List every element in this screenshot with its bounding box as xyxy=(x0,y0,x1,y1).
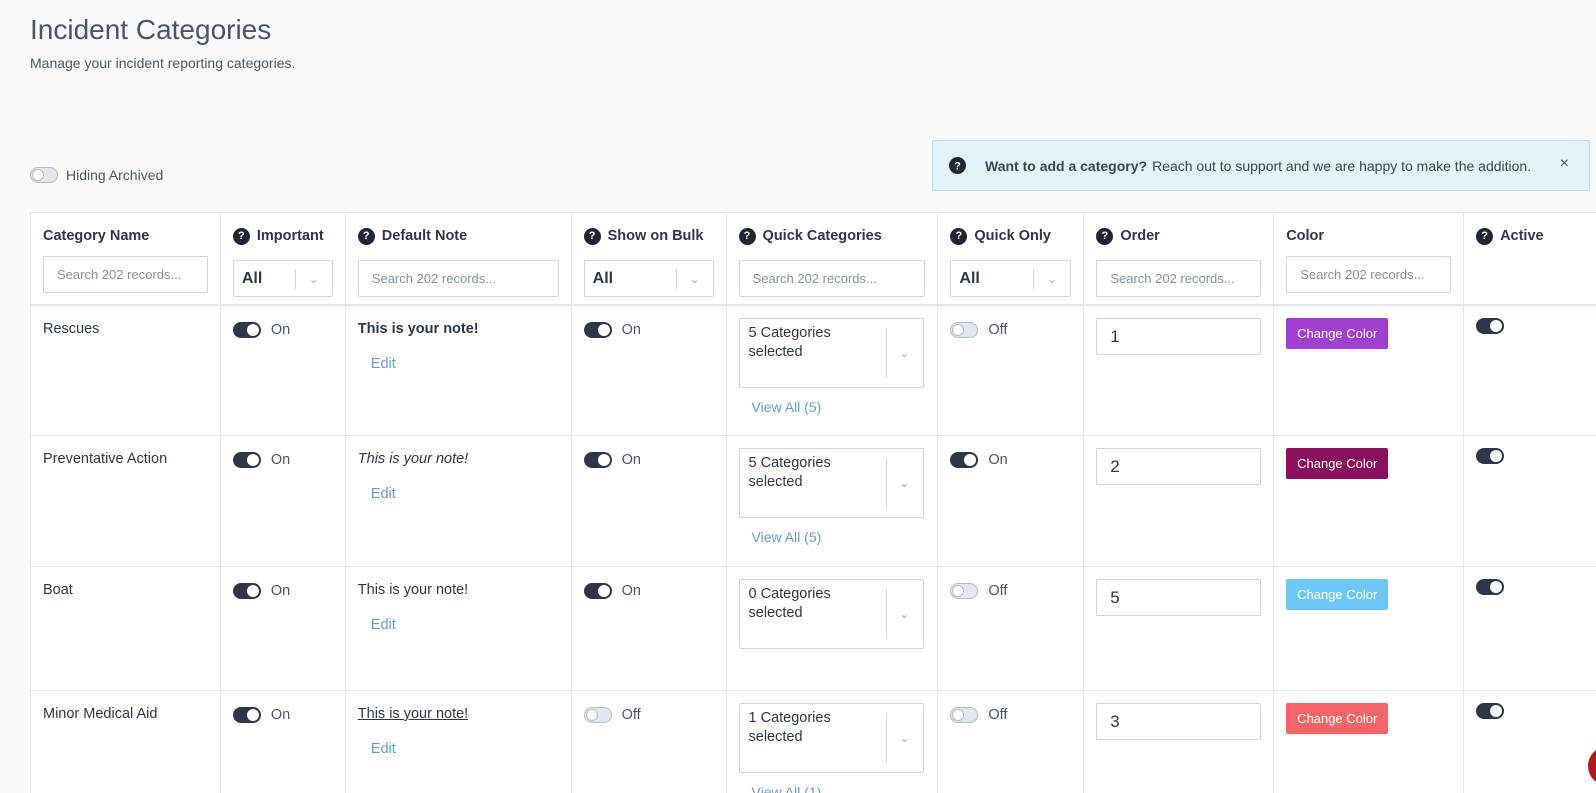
table-row: Preventative Action On This is your note… xyxy=(31,436,1596,567)
edit-note-link[interactable]: Edit xyxy=(371,741,559,757)
quick-only-filter-select[interactable]: All ⌄ xyxy=(950,260,1072,297)
chevron-down-icon: ⌄ xyxy=(899,731,910,745)
question-circle-icon: ? xyxy=(949,157,966,174)
active-toggle[interactable] xyxy=(1476,579,1505,595)
show-on-bulk-toggle[interactable] xyxy=(583,707,612,723)
order-input[interactable] xyxy=(1096,579,1262,616)
color-search-input[interactable] xyxy=(1286,256,1452,293)
alert-strong-text: Want to add a category? xyxy=(985,157,1148,174)
active-toggle[interactable] xyxy=(1476,318,1505,334)
close-icon[interactable]: × xyxy=(1560,155,1569,173)
quick-categories-search-input[interactable] xyxy=(738,260,926,297)
chevron-down-icon: ⌄ xyxy=(899,607,910,621)
quick-categories-select[interactable]: 5 Categories selected ⌄ xyxy=(738,318,924,388)
header-show-on-bulk: ? Show on Bulk All ⌄ xyxy=(572,213,727,304)
question-circle-icon[interactable]: ? xyxy=(357,227,375,245)
important-toggle[interactable] xyxy=(232,322,261,338)
edit-note-link[interactable]: Edit xyxy=(371,486,559,502)
header-active: ? Active xyxy=(1464,213,1596,304)
question-circle-icon[interactable]: ? xyxy=(738,227,756,245)
header-category-name: Category Name xyxy=(31,213,221,304)
edit-note-link[interactable]: Edit xyxy=(371,617,559,633)
header-order: ? Order xyxy=(1084,213,1275,304)
table-row: Rescues On This is your note! Edit On 5 C… xyxy=(31,306,1596,436)
archive-toggle-label: Hiding Archived xyxy=(66,167,164,183)
chevron-down-icon: ⌄ xyxy=(689,271,700,286)
page-subtitle: Manage your incident reporting categorie… xyxy=(30,55,296,71)
show-on-bulk-toggle[interactable] xyxy=(583,452,612,468)
table-row: Boat On This is your note! Edit On 0 Cate… xyxy=(31,567,1596,691)
show-on-bulk-filter-select[interactable]: All ⌄ xyxy=(583,260,714,297)
question-circle-icon[interactable]: ? xyxy=(950,227,968,245)
chevron-down-icon: ⌄ xyxy=(1047,271,1058,286)
quick-categories-select[interactable]: 5 Categories selected ⌄ xyxy=(738,448,924,518)
question-circle-icon[interactable]: ? xyxy=(1096,227,1114,245)
category-name: Preventative Action xyxy=(43,451,168,467)
show-on-bulk-toggle[interactable] xyxy=(583,583,612,599)
category-name: Boat xyxy=(43,582,73,598)
quick-only-toggle[interactable] xyxy=(950,452,979,468)
header-default-note: ? Default Note xyxy=(346,213,572,304)
active-toggle[interactable] xyxy=(1476,448,1505,464)
order-input[interactable] xyxy=(1096,703,1262,740)
quick-only-toggle[interactable] xyxy=(950,707,979,723)
chevron-down-icon: ⌄ xyxy=(308,271,319,286)
view-all-link[interactable]: View All (5) xyxy=(752,399,926,415)
show-on-bulk-toggle[interactable] xyxy=(583,322,612,338)
default-note-search-input[interactable] xyxy=(357,260,559,297)
chevron-down-icon: ⌄ xyxy=(899,476,910,490)
header-quick-only: ? Quick Only All ⌄ xyxy=(938,213,1085,304)
change-color-button[interactable]: Change Color xyxy=(1286,703,1389,734)
default-note-text: This is your note! xyxy=(357,706,469,722)
quick-only-toggle[interactable] xyxy=(950,583,979,599)
archive-toggle-switch[interactable] xyxy=(30,167,58,183)
page-title: Incident Categories xyxy=(30,14,272,45)
categories-table: Category Name ?Important All⌄ ?Default N… xyxy=(30,212,1596,793)
important-toggle[interactable] xyxy=(232,583,261,599)
question-circle-icon[interactable]: ? xyxy=(232,227,250,245)
table-header-row: Category Name ?Important All⌄ ?Default N… xyxy=(31,213,1596,306)
header-important: ? Important All ⌄ xyxy=(221,213,346,304)
important-toggle[interactable] xyxy=(232,707,261,723)
category-name: Rescues xyxy=(43,321,100,337)
alert-text: Reach out to support and we are happy to… xyxy=(1152,157,1532,174)
default-note-text: This is your note! xyxy=(357,321,479,337)
default-note-text: This is your note! xyxy=(357,451,469,467)
order-input[interactable] xyxy=(1096,318,1262,355)
edit-note-link[interactable]: Edit xyxy=(371,356,559,372)
question-circle-icon[interactable]: ? xyxy=(1476,227,1494,245)
quick-only-toggle[interactable] xyxy=(950,322,979,338)
quick-categories-select[interactable]: 1 Categories selected ⌄ xyxy=(738,703,924,773)
change-color-button[interactable]: Change Color xyxy=(1286,579,1389,610)
category-name: Minor Medical Aid xyxy=(43,706,158,722)
important-toggle[interactable] xyxy=(232,452,261,468)
header-quick-categories: ? Quick Categories xyxy=(727,213,939,304)
svg-text:?: ? xyxy=(954,161,961,173)
change-color-button[interactable]: Change Color xyxy=(1286,448,1389,479)
view-all-link[interactable]: View All (5) xyxy=(752,529,926,545)
table-row: Minor Medical Aid On This is your note! E… xyxy=(31,691,1596,793)
active-toggle[interactable] xyxy=(1476,703,1505,719)
quick-categories-select[interactable]: 0 Categories selected ⌄ xyxy=(738,579,924,649)
important-filter-select[interactable]: All ⌄ xyxy=(232,260,333,297)
change-color-button[interactable]: Change Color xyxy=(1286,318,1389,349)
header-color: Color xyxy=(1274,213,1465,304)
category-name-search-input[interactable] xyxy=(43,256,208,293)
order-input[interactable] xyxy=(1096,448,1262,485)
order-search-input[interactable] xyxy=(1096,260,1262,297)
default-note-text: This is your note! xyxy=(357,582,469,598)
view-all-link[interactable]: View All (1) xyxy=(752,784,926,793)
archive-toggle[interactable]: Hiding Archived xyxy=(30,167,163,183)
chevron-down-icon: ⌄ xyxy=(899,346,910,360)
info-alert: ? Want to add a category? Reach out to s… xyxy=(932,140,1590,191)
question-circle-icon[interactable]: ? xyxy=(583,227,601,245)
